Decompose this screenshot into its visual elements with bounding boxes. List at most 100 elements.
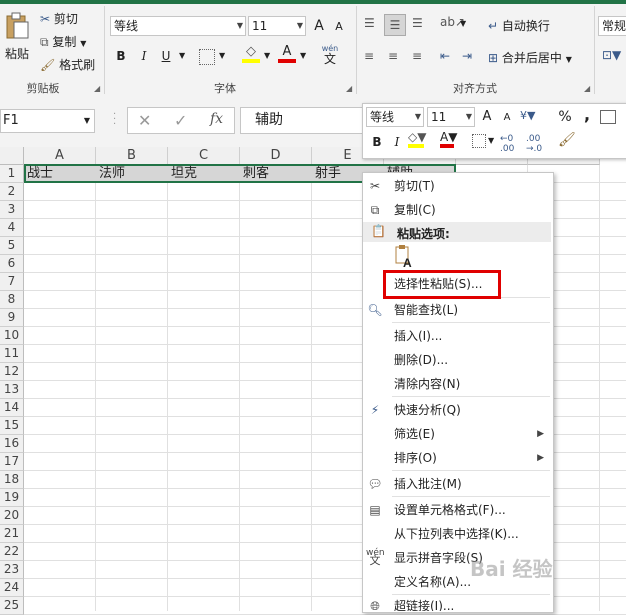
column-header[interactable]: A bbox=[24, 147, 96, 165]
splitter-dots[interactable]: · · · bbox=[113, 110, 116, 130]
row-header[interactable]: 1 bbox=[0, 165, 24, 183]
chevron-down-icon[interactable]: ▼ bbox=[264, 51, 270, 60]
decrease-decimal-icon[interactable]: .00 →.0 bbox=[526, 134, 542, 154]
row-header[interactable]: 3 bbox=[0, 201, 24, 219]
dialog-launcher-icon[interactable]: ◢ bbox=[94, 84, 100, 93]
menu-item-clear[interactable]: 清除内容(N) bbox=[362, 372, 552, 396]
percent-button[interactable]: % bbox=[556, 108, 574, 126]
row-header[interactable]: 16 bbox=[0, 435, 24, 453]
paste-option-keep-text-icon[interactable]: A bbox=[392, 245, 416, 270]
bottom-align-icon[interactable]: ☰ bbox=[412, 16, 423, 30]
row-header[interactable]: 13 bbox=[0, 381, 24, 399]
row-header[interactable]: 7 bbox=[0, 273, 24, 291]
format-table-icon[interactable] bbox=[600, 110, 616, 124]
font-name-combo[interactable]: 等线 ▼ bbox=[110, 16, 246, 36]
dialog-launcher-icon[interactable]: ◢ bbox=[584, 84, 590, 93]
row-header[interactable]: 9 bbox=[0, 309, 24, 327]
menu-item-hyperlink[interactable]: 🌐︎ 超链接(I)... bbox=[362, 594, 552, 611]
align-center-icon[interactable]: ≡ bbox=[388, 49, 398, 63]
align-left-icon[interactable]: ≡ bbox=[364, 49, 374, 63]
increase-decimal-icon[interactable]: ←0.00 bbox=[500, 134, 514, 154]
cancel-icon[interactable]: ✕ bbox=[138, 111, 151, 130]
enter-icon[interactable]: ✓ bbox=[174, 111, 187, 130]
copy-button[interactable]: ⧉ 复制 ▼ bbox=[40, 33, 86, 50]
row-header[interactable]: 19 bbox=[0, 489, 24, 507]
cell[interactable]: 战士 bbox=[24, 165, 96, 183]
row-header[interactable]: 10 bbox=[0, 327, 24, 345]
currency-icon[interactable]: ⊡▼ bbox=[602, 48, 621, 62]
font-color-icon[interactable]: A bbox=[278, 45, 296, 65]
menu-item-copy[interactable]: ⧉ 复制(C) bbox=[362, 198, 552, 222]
cell[interactable]: 刺客 bbox=[240, 165, 312, 183]
menu-item-filter[interactable]: 筛选(E) ▶ bbox=[362, 422, 552, 446]
cell[interactable]: 坦克 bbox=[168, 165, 240, 183]
menu-item-cut[interactable]: ✂ 剪切(T) bbox=[362, 174, 552, 198]
row-header[interactable]: 2 bbox=[0, 183, 24, 201]
column-header[interactable]: D bbox=[240, 147, 312, 165]
row-header[interactable]: 8 bbox=[0, 291, 24, 309]
select-all-corner[interactable] bbox=[0, 147, 24, 165]
insert-function-icon[interactable]: fx bbox=[210, 111, 223, 127]
format-painter-button[interactable]: 🖌 格式刷 bbox=[40, 56, 95, 73]
menu-item-format-cells[interactable]: ▤ 设置单元格格式(F)... bbox=[362, 498, 552, 522]
row-header[interactable]: 11 bbox=[0, 345, 24, 363]
mini-format-painter-icon[interactable]: 🖌 bbox=[558, 132, 576, 148]
menu-item-delete[interactable]: 删除(D)... bbox=[362, 348, 552, 372]
comma-button[interactable]: , bbox=[578, 106, 596, 124]
fill-color-icon[interactable]: ◇ bbox=[242, 45, 260, 65]
font-size-combo[interactable]: 11 ▼ bbox=[248, 16, 306, 36]
align-right-icon[interactable]: ≡ bbox=[412, 49, 422, 63]
accounting-format-icon[interactable]: ¥▼ bbox=[520, 109, 535, 122]
increase-indent-icon[interactable]: ⇥ bbox=[462, 49, 472, 63]
row-header[interactable]: 18 bbox=[0, 471, 24, 489]
row-header[interactable]: 12 bbox=[0, 363, 24, 381]
mini-shrink-font-button[interactable]: A bbox=[498, 109, 516, 127]
mini-fill-color-icon[interactable]: ◇▼ bbox=[408, 131, 434, 151]
menu-item-insert-comment[interactable]: 💬︎ 插入批注(M) bbox=[362, 472, 552, 496]
italic-button[interactable]: I bbox=[135, 47, 153, 65]
column-header[interactable]: B bbox=[96, 147, 168, 165]
chevron-down-icon[interactable]: ▼ bbox=[300, 51, 306, 60]
row-header[interactable]: 24 bbox=[0, 579, 24, 597]
decrease-indent-icon[interactable]: ⇤ bbox=[440, 49, 450, 63]
name-box[interactable]: F1 ▼ bbox=[0, 109, 95, 133]
row-header[interactable]: 5 bbox=[0, 237, 24, 255]
grow-font-button[interactable]: A bbox=[310, 17, 328, 35]
row-header[interactable]: 22 bbox=[0, 543, 24, 561]
menu-item-smart-lookup[interactable]: 🔍︎ 智能查找(L) bbox=[362, 298, 552, 322]
number-format-combo[interactable]: 常规 bbox=[598, 16, 626, 36]
chevron-down-icon[interactable]: ▼ bbox=[488, 136, 494, 145]
mini-font-combo[interactable]: 等线 ▼ bbox=[366, 107, 424, 127]
chevron-down-icon[interactable]: ▼ bbox=[219, 51, 225, 60]
chevron-down-icon[interactable]: ▼ bbox=[179, 51, 185, 60]
wrap-text-button[interactable]: ↵ 自动换行 bbox=[488, 17, 550, 34]
row-header[interactable]: 14 bbox=[0, 399, 24, 417]
row-header[interactable]: 6 bbox=[0, 255, 24, 273]
menu-item-sort[interactable]: 排序(O) ▶ bbox=[362, 446, 552, 470]
mini-bold-button[interactable]: B bbox=[368, 133, 386, 151]
mini-font-color-icon[interactable]: A▼ bbox=[440, 131, 466, 151]
top-align-icon[interactable]: ☰ bbox=[364, 16, 375, 30]
dialog-launcher-icon[interactable]: ◢ bbox=[346, 84, 352, 93]
row-header[interactable]: 17 bbox=[0, 453, 24, 471]
chevron-down-icon[interactable]: ▼ bbox=[460, 19, 466, 28]
bold-button[interactable]: B bbox=[112, 47, 130, 65]
row-header[interactable]: 20 bbox=[0, 507, 24, 525]
cell[interactable]: 法师 bbox=[96, 165, 168, 183]
menu-item-quick-analysis[interactable]: ⚡ 快速分析(Q) bbox=[362, 398, 552, 422]
menu-item-pick-from-list[interactable]: 从下拉列表中选择(K)... bbox=[362, 522, 552, 546]
row-header[interactable]: 4 bbox=[0, 219, 24, 237]
mini-grow-font-button[interactable]: A bbox=[478, 108, 496, 126]
column-header[interactable]: C bbox=[168, 147, 240, 165]
borders-icon[interactable] bbox=[199, 49, 215, 65]
mini-size-combo[interactable]: 11 ▼ bbox=[427, 107, 475, 127]
mini-borders-icon[interactable] bbox=[472, 134, 486, 148]
merge-center-button[interactable]: ⊞ 合并后居中 ▼ bbox=[488, 49, 572, 66]
middle-align-icon[interactable]: ☰ bbox=[384, 14, 406, 36]
mini-italic-button[interactable]: I bbox=[388, 133, 406, 151]
paste-button[interactable]: 粘贴 bbox=[2, 12, 32, 64]
row-header[interactable]: 21 bbox=[0, 525, 24, 543]
underline-button[interactable]: U bbox=[157, 47, 175, 65]
row-header[interactable]: 23 bbox=[0, 561, 24, 579]
menu-item-insert[interactable]: 插入(I)... bbox=[362, 324, 552, 348]
